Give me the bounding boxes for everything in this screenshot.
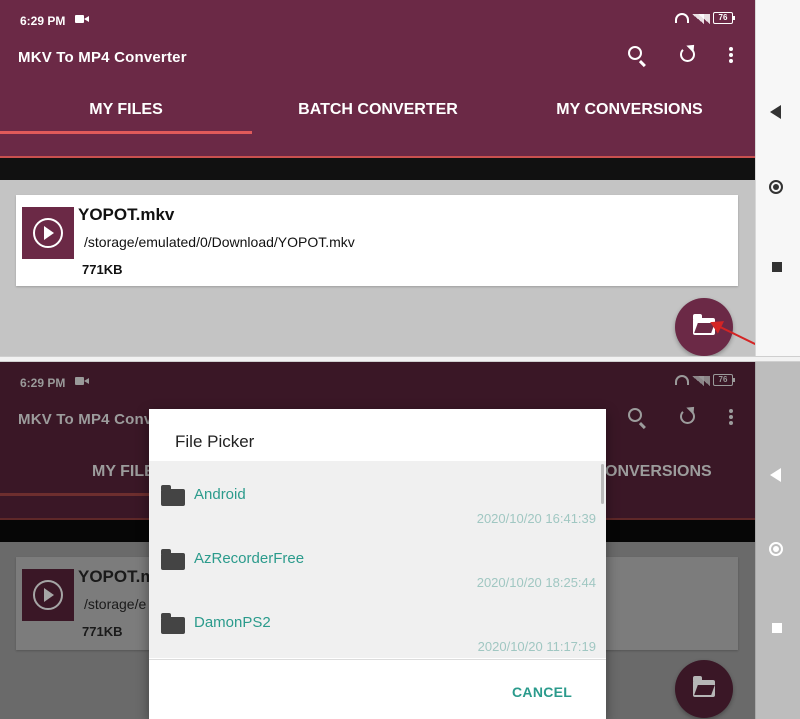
file-name: YOPOT.mkv <box>78 205 175 224</box>
file-size: 771KB <box>82 624 123 639</box>
list-scrollbar[interactable] <box>601 464 604 504</box>
back-icon[interactable] <box>770 468 781 482</box>
play-circle-icon[interactable] <box>33 218 63 248</box>
signal-icon-2 <box>698 14 710 24</box>
open-file-button <box>675 660 733 718</box>
folder-icon <box>161 549 185 570</box>
folder-item-damonps2[interactable]: DamonPS2 2020/10/20 11:17:19 <box>149 599 606 658</box>
home-icon[interactable] <box>769 542 783 556</box>
home-icon[interactable] <box>769 180 783 194</box>
folder-name: AzRecorderFree <box>194 550 305 567</box>
app-screen: 6:29 PM 76 MKV To MP4 Converter MY FILES… <box>0 0 755 356</box>
file-path: /storage/emulated/0/Download/YOPOT.mkv <box>84 234 355 250</box>
file-card[interactable]: YOPOT.mkv /storage/emulated/0/Download/Y… <box>16 195 738 286</box>
tab-my-files: MY FILE <box>92 463 155 480</box>
app-screen-dimmed: 6:29 PM 76 MKV To MP4 Conver MY FILE ONV… <box>0 362 755 719</box>
status-time: 6:29 PM <box>20 376 66 390</box>
file-path: /storage/e <box>84 596 147 612</box>
signal-icon-2 <box>698 376 710 386</box>
recents-icon[interactable] <box>772 262 782 272</box>
folder-icon <box>161 485 185 506</box>
headphones-icon <box>675 13 689 23</box>
folder-name: Android <box>194 486 246 503</box>
folder-open-icon <box>693 676 715 697</box>
screenshot-before: 6:29 PM 76 MKV To MP4 Converter MY FILES… <box>0 0 800 356</box>
tab-my-conversions: ONVERSIONS <box>605 463 712 480</box>
app-bar: 6:29 PM 76 MKV To MP4 Converter MY FILES… <box>0 0 755 158</box>
refresh-icon <box>680 409 695 424</box>
status-bar: 6:29 PM 76 <box>0 0 755 40</box>
file-name: YOPOT.m <box>78 567 156 586</box>
app-title: MKV To MP4 Conver <box>18 411 167 428</box>
folder-date: 2020/10/20 16:41:39 <box>476 511 596 526</box>
screen-record-icon <box>75 377 89 385</box>
back-icon[interactable] <box>770 105 781 119</box>
tab-my-files[interactable]: MY FILES <box>0 101 252 119</box>
folder-item-azrecorderfree[interactable]: AzRecorderFree 2020/10/20 18:25:44 <box>149 535 606 599</box>
file-picker-dialog: File Picker Android 2020/10/20 16:41:39 … <box>149 409 606 719</box>
dialog-divider <box>149 659 606 660</box>
search-icon[interactable] <box>628 46 642 60</box>
tab-indicator <box>0 131 252 134</box>
file-size: 771KB <box>82 262 123 277</box>
video-thumbnail <box>22 569 74 621</box>
more-vert-icon[interactable] <box>729 47 733 51</box>
folder-name: DamonPS2 <box>194 614 271 631</box>
more-vert-icon <box>729 409 733 413</box>
play-circle-icon <box>33 580 63 610</box>
android-nav-bar <box>755 362 800 719</box>
refresh-icon[interactable] <box>680 47 695 62</box>
ad-banner-strip <box>0 158 755 180</box>
folder-item-android[interactable]: Android 2020/10/20 16:41:39 <box>149 471 606 535</box>
status-time: 6:29 PM <box>20 14 66 28</box>
video-thumbnail[interactable] <box>22 207 74 259</box>
tab-my-conversions[interactable]: MY CONVERSIONS <box>504 101 755 119</box>
folder-icon <box>161 613 185 634</box>
battery-icon: 76 <box>713 12 735 24</box>
folder-list: Android 2020/10/20 16:41:39 AzRecorderFr… <box>149 461 606 658</box>
search-icon <box>628 408 642 422</box>
dialog-title: File Picker <box>175 432 255 451</box>
screen-record-icon <box>75 15 89 23</box>
headphones-icon <box>675 375 689 385</box>
folder-date: 2020/10/20 11:17:19 <box>477 639 596 654</box>
cancel-button[interactable]: CANCEL <box>512 684 572 700</box>
screenshot-after: 6:29 PM 76 MKV To MP4 Conver MY FILE ONV… <box>0 362 800 719</box>
tab-batch-converter[interactable]: BATCH CONVERTER <box>252 101 504 119</box>
recents-icon[interactable] <box>772 623 782 633</box>
android-nav-bar <box>755 0 800 356</box>
status-bar: 6:29 PM 76 <box>0 362 755 402</box>
app-title: MKV To MP4 Converter <box>18 49 187 66</box>
battery-icon: 76 <box>713 374 735 386</box>
folder-date: 2020/10/20 18:25:44 <box>476 575 596 590</box>
